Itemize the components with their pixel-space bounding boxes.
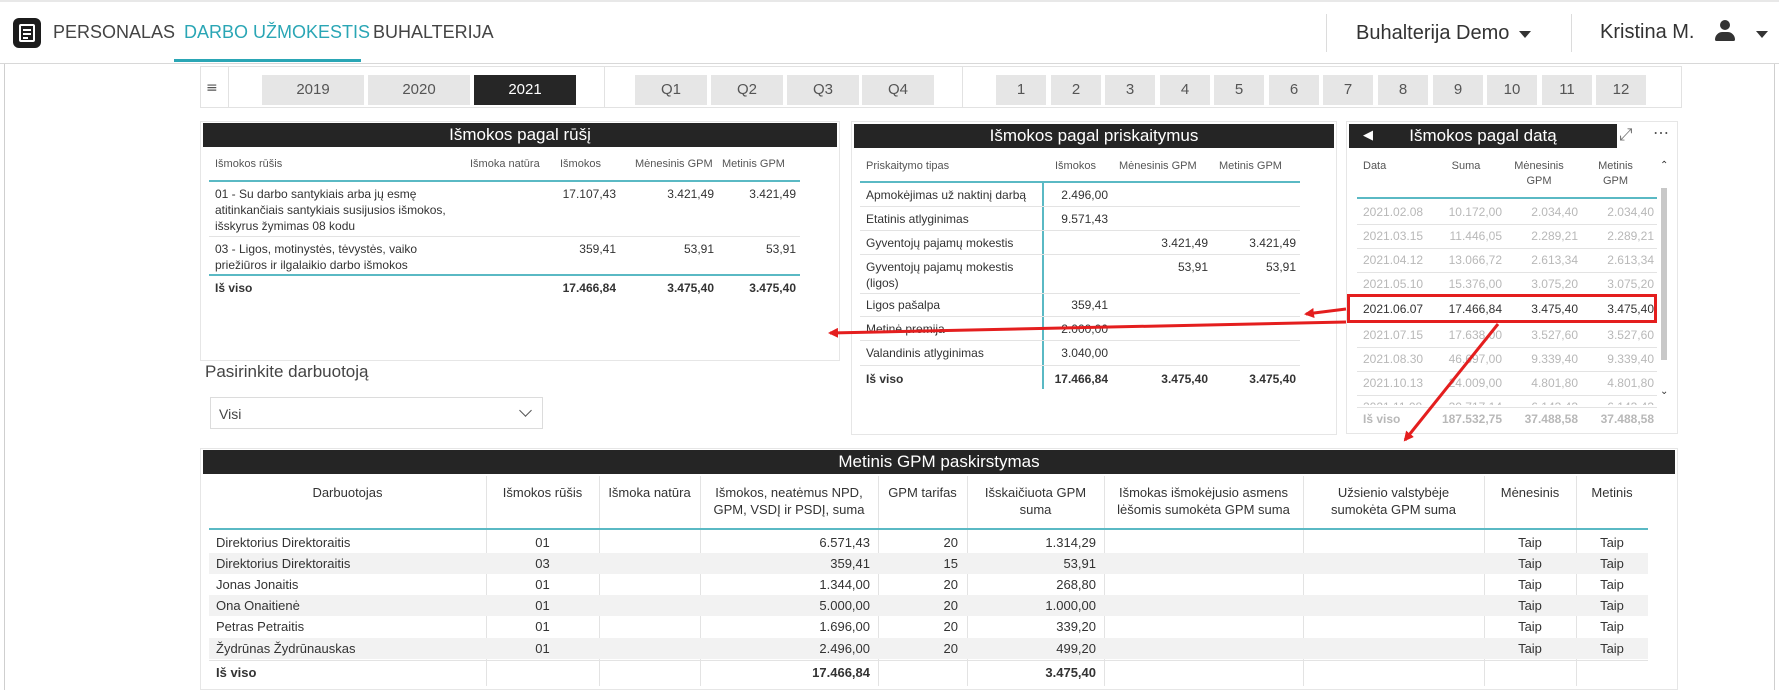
arrow-to-rusi (828, 320, 1347, 338)
arrow-to-priskaitymai (1304, 307, 1347, 318)
annotation-arrows (828, 307, 1500, 442)
arrow-to-metinis (1403, 323, 1500, 442)
